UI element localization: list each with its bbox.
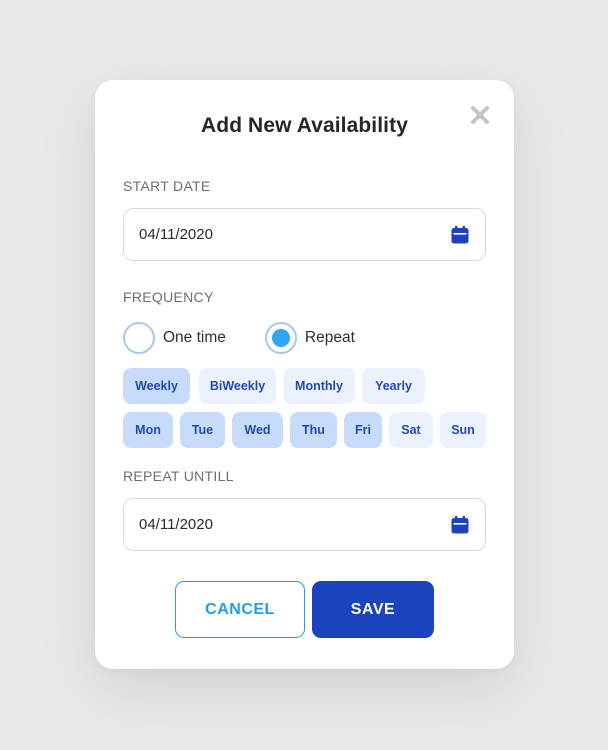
chip-biweekly[interactable]: BiWeekly — [199, 368, 276, 404]
start-date-label: START DATE — [123, 178, 211, 194]
repeat-until-label: REPEAT UNTILL — [123, 468, 234, 484]
start-date-input[interactable] — [139, 226, 449, 243]
chip-monthly[interactable]: Monthly — [283, 368, 355, 404]
radio-circle-selected[interactable] — [264, 322, 297, 354]
frequency-label: FREQUENCY — [123, 289, 214, 305]
dialog-title: Add New Availability — [201, 114, 408, 137]
repeat-until-field[interactable] — [123, 498, 486, 551]
frequency-radio-group: One time Repeat — [123, 321, 355, 355]
chip-day-tue[interactable]: Tue — [180, 412, 225, 448]
repeat-type-chips: Weekly BiWeekly Monthly Yearly — [123, 368, 425, 404]
calendar-icon[interactable] — [449, 224, 471, 246]
chip-day-sun[interactable]: Sun — [440, 412, 486, 448]
day-chips: Mon Tue Wed Thu Fri Sat Sun — [123, 412, 486, 448]
chip-day-sat[interactable]: Sat — [389, 412, 433, 448]
radio-dot — [271, 329, 290, 347]
save-button[interactable]: SAVE — [312, 581, 434, 638]
chip-day-mon[interactable]: Mon — [123, 412, 173, 448]
repeat-until-input[interactable] — [139, 516, 449, 533]
chip-weekly[interactable]: Weekly — [123, 368, 190, 404]
radio-repeat-label: Repeat — [304, 329, 355, 346]
cancel-button[interactable]: CANCEL — [175, 581, 305, 638]
chip-day-thu[interactable]: Thu — [290, 412, 337, 448]
radio-repeat[interactable]: Repeat — [264, 322, 355, 354]
radio-circle[interactable] — [123, 322, 155, 354]
chip-day-fri[interactable]: Fri — [344, 412, 382, 448]
radio-one-time[interactable]: One time — [123, 322, 226, 354]
add-availability-dialog: Add New Availability START DATE FREQUENC… — [95, 80, 514, 669]
chip-yearly[interactable]: Yearly — [362, 368, 425, 404]
radio-one-time-label: One time — [163, 329, 226, 346]
chip-day-wed[interactable]: Wed — [232, 412, 283, 448]
start-date-field[interactable] — [123, 208, 486, 261]
calendar-icon[interactable] — [449, 514, 471, 536]
